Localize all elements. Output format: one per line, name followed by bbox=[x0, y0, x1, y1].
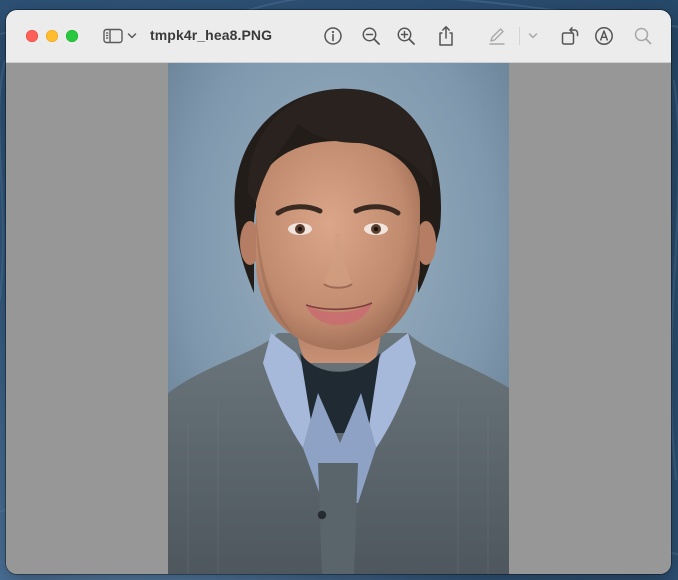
share-button[interactable] bbox=[435, 24, 457, 48]
search-icon bbox=[634, 27, 652, 45]
info-button[interactable] bbox=[322, 24, 344, 48]
zoom-in-button[interactable] bbox=[395, 24, 417, 48]
zoom-out-icon bbox=[362, 27, 380, 45]
search-button[interactable] bbox=[632, 24, 654, 48]
chevron-down-icon bbox=[528, 33, 538, 39]
markup-button[interactable] bbox=[486, 24, 508, 48]
image-canvas bbox=[6, 63, 671, 574]
zoom-button[interactable] bbox=[66, 30, 78, 42]
info-circle-icon bbox=[324, 27, 342, 45]
chevron-down-icon bbox=[127, 33, 137, 39]
pencil-icon bbox=[489, 28, 505, 45]
markup-menu-button[interactable] bbox=[527, 24, 539, 48]
zoom-in-icon bbox=[397, 27, 415, 45]
sidebar-toggle-button[interactable] bbox=[102, 24, 124, 48]
preview-window: tmpk4r_hea8.PNG bbox=[6, 10, 671, 574]
minimize-button[interactable] bbox=[46, 30, 58, 42]
portrait-photo bbox=[168, 63, 509, 574]
annotate-button[interactable] bbox=[593, 24, 615, 48]
toolbar-divider bbox=[519, 27, 520, 45]
share-icon bbox=[439, 26, 453, 46]
titlebar: tmpk4r_hea8.PNG bbox=[6, 10, 671, 63]
rotate-icon bbox=[561, 27, 579, 45]
zoom-out-button[interactable] bbox=[360, 24, 382, 48]
window-title: tmpk4r_hea8.PNG bbox=[150, 27, 273, 43]
close-button[interactable] bbox=[26, 30, 38, 42]
sidebar-icon bbox=[103, 28, 123, 44]
markup-circle-icon bbox=[595, 27, 613, 45]
rotate-button[interactable] bbox=[559, 24, 581, 48]
sidebar-menu-button[interactable] bbox=[126, 24, 138, 48]
